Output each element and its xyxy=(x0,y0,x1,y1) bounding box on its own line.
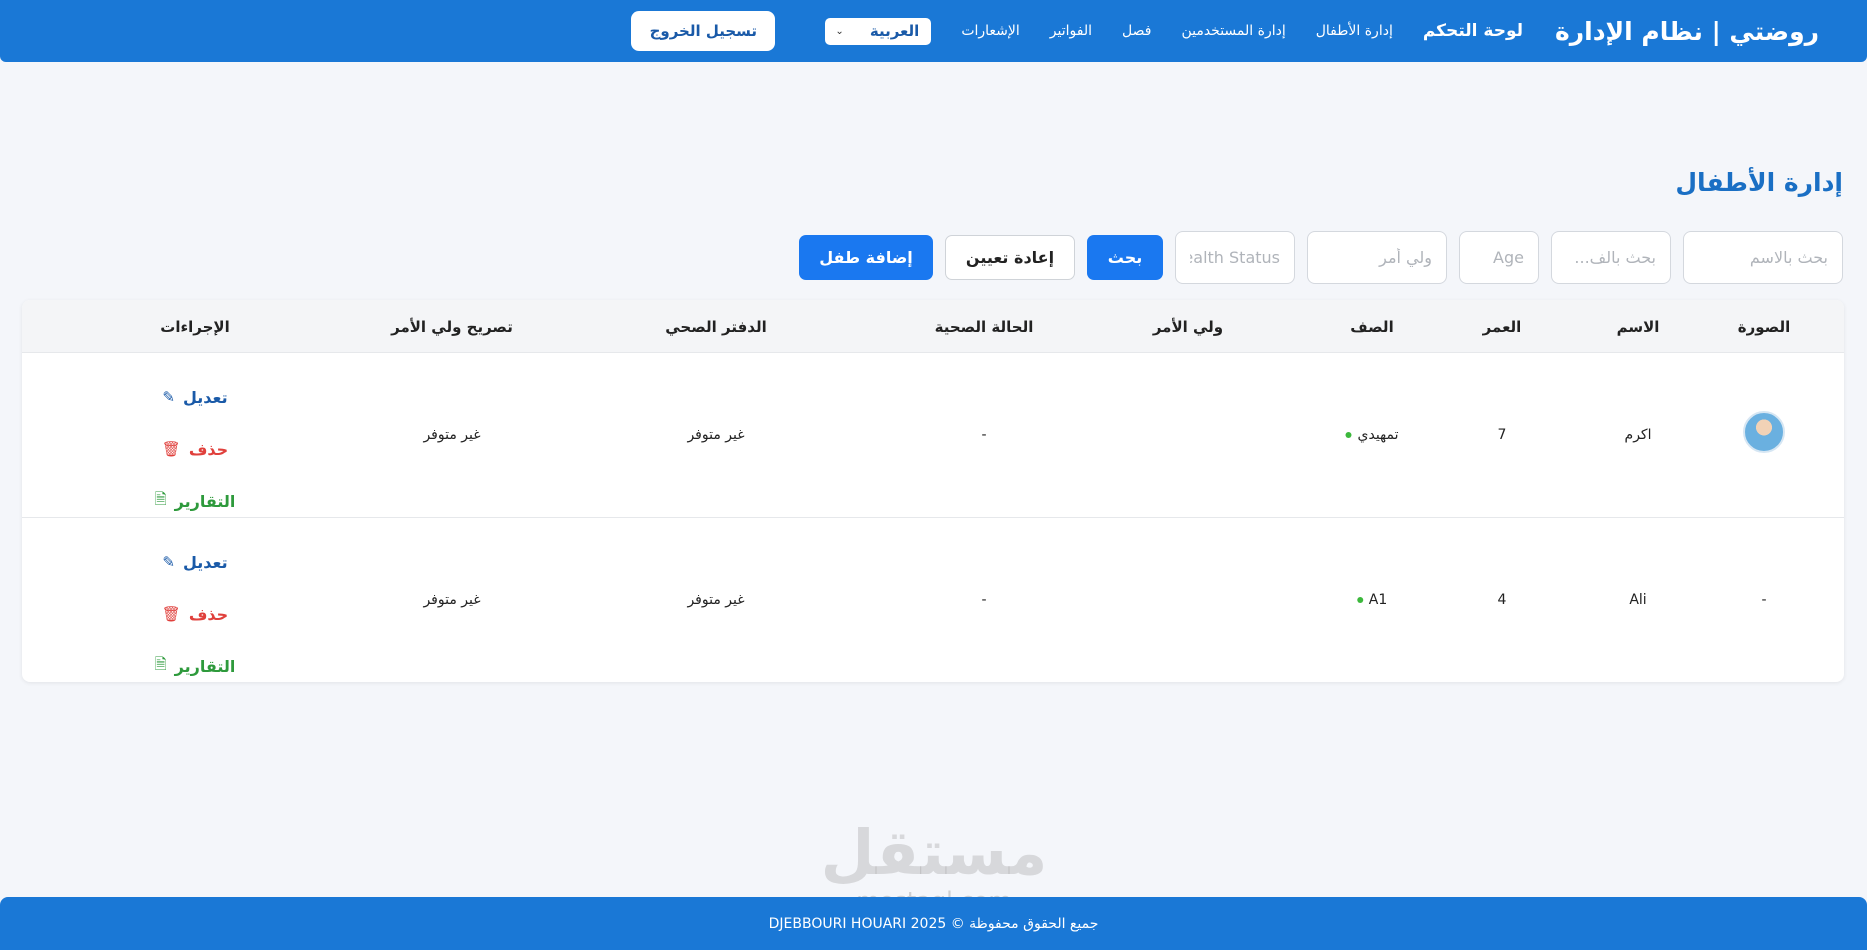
trash-icon: 🗑 xyxy=(161,440,181,458)
logout-button[interactable]: تسجيل الخروج xyxy=(631,11,776,51)
pencil-icon: ✎ xyxy=(162,553,175,571)
guardian-input[interactable] xyxy=(1307,231,1447,284)
document-icon: 🗎 xyxy=(154,654,167,673)
header-photo: الصورة xyxy=(1737,318,1791,336)
footer: جميع الحقوق محفوظة © 2025 DJEBBOURI HOUA… xyxy=(0,897,1867,950)
pencil-icon: ✎ xyxy=(162,388,175,406)
nav-dashboard[interactable]: لوحة التحكم xyxy=(1423,21,1523,41)
trash-icon: 🗑 xyxy=(161,605,181,623)
delete-button[interactable]: حذف 🗑 xyxy=(125,423,265,475)
cell-age: 7 xyxy=(1497,427,1507,443)
status-dot-icon xyxy=(1356,597,1363,603)
age-input[interactable] xyxy=(1459,231,1539,284)
status-dot-icon xyxy=(1345,432,1352,438)
cell-name: Ali xyxy=(1629,592,1647,608)
language-value: العربية xyxy=(869,22,920,40)
class-label: A1 xyxy=(1368,592,1388,608)
table-row: اكرم 7 تمهيدي - غير متوفر غير متوفر تعدي… xyxy=(22,352,1844,517)
cell-guardian-permit: غير متوفر xyxy=(423,427,481,443)
edit-label: تعديل xyxy=(183,552,228,572)
chevron-down-icon: ⌄ xyxy=(835,25,844,37)
document-icon: 🗎 xyxy=(154,489,167,508)
header-guardian: ولي الأمر xyxy=(1152,318,1224,336)
delete-label: حذف xyxy=(188,439,229,459)
brand-title: روضتي | نظام الإدارة xyxy=(1554,16,1819,46)
reports-button[interactable]: التقارير 🗎 xyxy=(125,640,265,682)
cell-health-book: غير متوفر xyxy=(687,592,745,608)
edit-button[interactable]: تعديل ✎ xyxy=(125,371,265,423)
header-age: العمر xyxy=(1482,318,1522,336)
nav-class[interactable]: فصل xyxy=(1122,23,1151,39)
filter-bar: بحث إعادة تعيين إضافة طفل xyxy=(787,231,1843,284)
cell-health-book: غير متوفر xyxy=(687,427,745,443)
cell-photo: - xyxy=(1761,592,1767,608)
cell-name: اكرم xyxy=(1624,427,1652,443)
cell-health: - xyxy=(981,427,987,443)
nav-users[interactable]: إدارة المستخدمين xyxy=(1181,23,1285,39)
cell-guardian-permit: غير متوفر xyxy=(423,592,481,608)
reports-label: التقارير xyxy=(174,656,236,676)
language-select[interactable]: العربية ⌄ xyxy=(825,17,932,45)
header-class: الصف xyxy=(1350,318,1394,336)
nav-invoices[interactable]: الفواتير xyxy=(1050,23,1092,39)
page-title: إدارة الأطفال xyxy=(1675,168,1843,197)
header-health: الحالة الصحية xyxy=(934,318,1034,336)
watermark-logo: مستقل xyxy=(820,816,1048,889)
top-navbar: روضتي | نظام الإدارة لوحة التحكم إدارة ا… xyxy=(0,0,1867,62)
cell-class: تمهيدي xyxy=(1345,427,1399,443)
row-actions: تعديل ✎ حذف 🗑 التقارير 🗎 xyxy=(125,371,265,527)
row-actions: تعديل ✎ حذف 🗑 التقارير 🗎 xyxy=(125,536,265,682)
reports-label: التقارير xyxy=(174,491,236,511)
nav-children[interactable]: إدارة الأطفال xyxy=(1316,23,1393,39)
header-health-book: الدفتر الصحي xyxy=(665,318,767,336)
children-table: الصورة الاسم العمر الصف ولي الأمر الحالة… xyxy=(22,300,1844,682)
search-button[interactable]: بحث xyxy=(1087,235,1163,280)
cell-age: 4 xyxy=(1497,592,1507,608)
cell-health: - xyxy=(981,592,987,608)
reset-button[interactable]: إعادة تعيين xyxy=(945,235,1075,280)
table-header: الصورة الاسم العمر الصف ولي الأمر الحالة… xyxy=(22,300,1844,352)
cell-class: A1 xyxy=(1356,592,1388,608)
class-label: تمهيدي xyxy=(1357,427,1399,443)
name-search-input[interactable] xyxy=(1683,231,1843,284)
add-child-button[interactable]: إضافة طفل xyxy=(799,235,933,280)
health-status-input[interactable] xyxy=(1175,231,1295,284)
table-row: - Ali 4 A1 - غير متوفر غير متوفر تعديل ✎ … xyxy=(22,517,1844,682)
footer-copyright: جميع الحقوق محفوظة © 2025 DJEBBOURI HOUA… xyxy=(768,915,1099,932)
delete-button[interactable]: حذف 🗑 xyxy=(125,588,265,640)
nav-notifications[interactable]: الإشعارات xyxy=(961,23,1019,39)
class-search-input[interactable] xyxy=(1551,231,1671,284)
edit-button[interactable]: تعديل ✎ xyxy=(125,536,265,588)
child-avatar xyxy=(1743,411,1785,453)
header-name: الاسم xyxy=(1616,318,1660,336)
header-actions: الإجراءات xyxy=(160,318,230,336)
delete-label: حذف xyxy=(188,604,229,624)
header-guardian-permit: تصريح ولي الأمر xyxy=(391,318,513,336)
edit-label: تعديل xyxy=(183,387,228,407)
